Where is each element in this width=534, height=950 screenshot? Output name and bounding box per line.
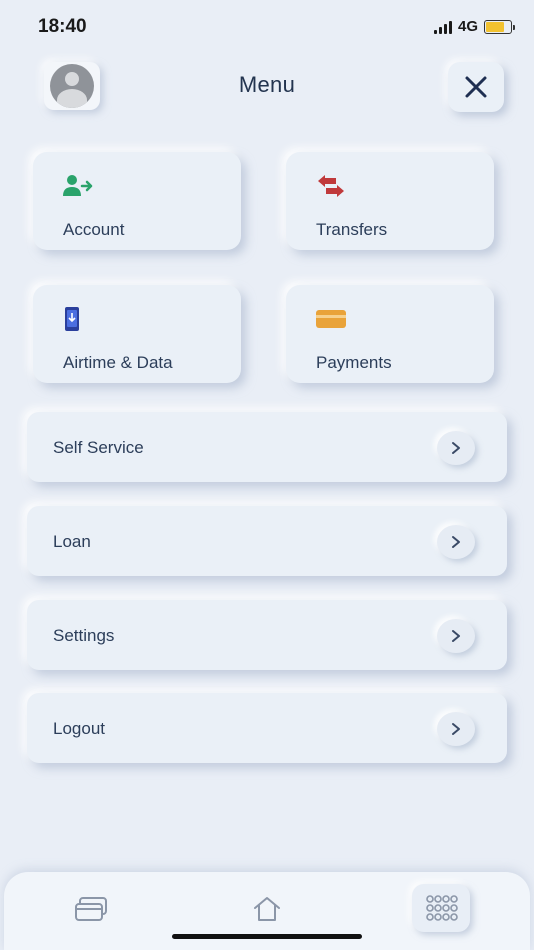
menu-item-label: Logout [53, 719, 105, 738]
nav-cards-button[interactable] [68, 892, 114, 926]
menu-item-settings[interactable]: Settings [27, 600, 507, 670]
close-icon [465, 76, 487, 98]
menu-item-logout[interactable]: Logout [27, 693, 507, 763]
status-icons: 4G [433, 18, 515, 35]
signal-icon [433, 20, 452, 34]
grid-icon [426, 895, 458, 921]
network-type: 4G [457, 18, 478, 35]
nav-home-button[interactable] [244, 892, 290, 926]
cards-icon [75, 897, 107, 921]
tile-payments[interactable]: Payments [286, 285, 494, 383]
menu-item-loan[interactable]: Loan [27, 506, 507, 576]
nav-menu-button[interactable] [412, 884, 470, 932]
tile-label: Payments [316, 353, 392, 372]
header: Menu [0, 58, 534, 118]
tile-label: Transfers [316, 220, 388, 239]
home-icon [254, 897, 280, 921]
home-indicator [172, 934, 362, 939]
chevron-right-icon [437, 712, 475, 746]
tile-airtime-data[interactable]: Airtime & Data [33, 285, 241, 383]
status-time: 18:40 [38, 16, 87, 37]
menu-item-label: Loan [53, 532, 91, 551]
chevron-right-icon [437, 525, 475, 559]
close-button[interactable] [448, 62, 504, 112]
phone-icon [63, 307, 93, 331]
tile-label: Account [63, 220, 125, 239]
chevron-right-icon [437, 431, 475, 465]
menu-item-label: Self Service [53, 438, 144, 457]
menu-item-self-service[interactable]: Self Service [27, 412, 507, 482]
tile-label: Airtime & Data [63, 353, 173, 372]
battery-icon [484, 19, 515, 34]
card-icon [316, 307, 346, 331]
chevron-right-icon [437, 619, 475, 653]
status-bar: 18:40 4G [0, 0, 534, 54]
swap-arrows-icon [316, 174, 346, 198]
tile-account[interactable]: Account [33, 152, 241, 250]
menu-item-label: Settings [53, 626, 115, 645]
tile-transfers[interactable]: Transfers [286, 152, 494, 250]
user-transfer-icon [63, 174, 93, 198]
